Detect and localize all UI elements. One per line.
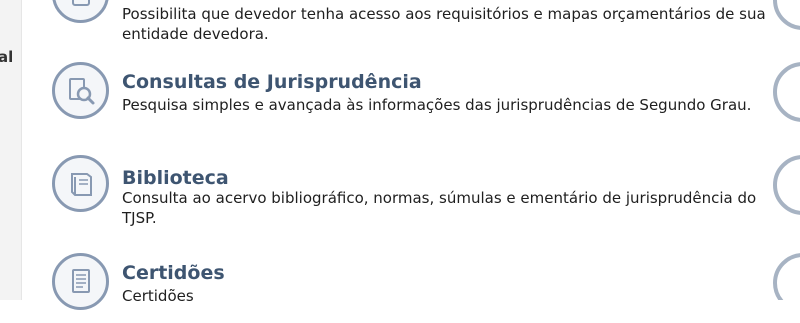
certificate-icon: [52, 253, 109, 310]
partial-icon: [773, 62, 800, 122]
book-icon: [52, 155, 109, 212]
list-item-consultas-jurisprudencia[interactable]: Consultas de Jurisprudência Pesquisa sim…: [52, 62, 772, 132]
item-description: Consulta ao acervo bibliográfico, normas…: [122, 189, 757, 227]
list-item-certidoes[interactable]: Certidões Certidões: [52, 253, 772, 323]
list-item-biblioteca[interactable]: Biblioteca Consulta ao acervo bibliográf…: [52, 155, 772, 227]
search-document-icon: [52, 62, 109, 119]
partial-icon: [773, 155, 800, 215]
document-icon: [52, 0, 109, 23]
item-title[interactable]: Consultas de Jurisprudência: [122, 71, 422, 93]
partial-icon: [773, 0, 800, 30]
partial-icon: [773, 253, 800, 300]
list-item-requisitorios[interactable]: Possibilita que devedor tenha acesso aos…: [52, 0, 772, 43]
item-title[interactable]: Biblioteca: [122, 167, 229, 189]
left-sidebar-fragment: al: [0, 0, 22, 300]
item-description: Possibilita que devedor tenha acesso aos…: [122, 5, 766, 43]
item-description: Pesquisa simples e avançada às informaçõ…: [122, 96, 752, 114]
item-description: Certidões: [122, 287, 194, 305]
item-title[interactable]: Certidões: [122, 262, 225, 284]
sidebar-text-fragment: al: [0, 48, 14, 66]
right-column-fragment: [770, 0, 800, 300]
